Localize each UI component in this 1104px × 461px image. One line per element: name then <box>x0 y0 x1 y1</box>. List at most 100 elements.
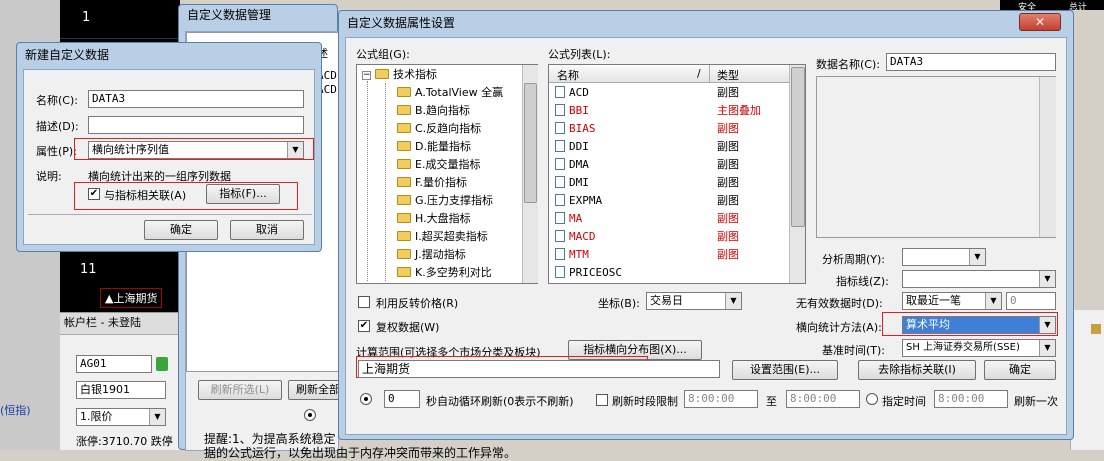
formula-row[interactable]: ACD 副图 <box>549 85 739 101</box>
name-input[interactable]: DATA3 <box>88 90 304 108</box>
formula-list: 名称 / 类型 ACD 副图 BBI 主图叠加 BIAS 副图 DDI 副图 DMA 副图… <box>548 64 806 284</box>
data-name-input[interactable]: DATA3 <box>886 53 1056 71</box>
formula-rows: ACD 副图 BBI 主图叠加 BIAS 副图 DDI 副图 DMA 副图 DMI 副图 E… <box>549 85 789 283</box>
remove-link-button[interactable]: 去除指标关联(I) <box>858 360 976 380</box>
calc-method-value: 算术平均 <box>906 318 950 331</box>
auto-refresh-radio[interactable] <box>360 393 372 405</box>
desc-scrollbar[interactable] <box>1039 77 1056 237</box>
props-dialog-title: 自定义数据属性设置 <box>347 16 456 30</box>
tree-item-label: B.趋向指标 <box>415 104 471 117</box>
tree-item[interactable]: K.多空势利对比 <box>397 264 492 282</box>
note-label: 说明: <box>36 170 62 183</box>
formula-row[interactable]: BIAS 副图 <box>549 121 739 137</box>
tree-item[interactable]: H.大盘指标 <box>397 210 471 228</box>
description-area[interactable] <box>816 76 1056 238</box>
formula-row[interactable]: BBI 主图叠加 <box>549 103 761 119</box>
tree-item[interactable]: D.能量指标 <box>397 138 471 156</box>
ok-button[interactable]: 确定 <box>984 360 1056 380</box>
fixed-time-radio[interactable] <box>866 393 878 405</box>
cancel-button[interactable]: 取消 <box>230 220 304 240</box>
lock-icon[interactable] <box>156 357 168 371</box>
indicator-line-select[interactable]: ▼ <box>902 270 1056 288</box>
tree-item-label: A.TotalView 全 <box>415 86 493 99</box>
notice-text-2: 据的公式运行，以免出现由于内存冲突而带来的工作异常。 <box>204 446 517 460</box>
range-input[interactable]: 上海期货 <box>358 360 720 378</box>
formula-row[interactable]: DMA 副图 <box>549 157 739 173</box>
manage-window-title: 自定义数据管理 <box>187 8 272 22</box>
period-limit-checkbox[interactable] <box>596 394 608 406</box>
period-label: 分析周期(Y): <box>822 253 886 266</box>
tool-icon[interactable] <box>1091 324 1101 334</box>
formula-row[interactable]: EXPMA 副图 <box>549 193 739 209</box>
formula-row[interactable]: PRICEOSC <box>549 265 622 281</box>
order-type-select[interactable]: 1.限价 ▼ <box>76 408 166 426</box>
market-tab[interactable]: ▲上海期货 <box>100 288 163 308</box>
manage-radio[interactable] <box>304 409 316 421</box>
order-type-value: 1.限价 <box>80 410 113 423</box>
tree-item[interactable]: B.趋向指标 <box>397 102 470 120</box>
coord-value: 交易日 <box>650 294 683 307</box>
formula-row[interactable]: MA 副图 <box>549 211 739 227</box>
formula-file-icon <box>555 176 565 188</box>
tree-item-label: C.反趋向指标 <box>415 122 482 135</box>
formula-row[interactable]: DDI 副图 <box>549 139 739 155</box>
col-type-header[interactable]: 类型 <box>717 67 739 83</box>
limit-text: 涨停:3710.70 跌停 <box>76 435 173 448</box>
period-select[interactable]: ▼ <box>902 248 986 266</box>
formula-file-icon <box>555 212 565 224</box>
tree-item[interactable]: J.摆动指标 <box>397 246 466 264</box>
invalid-select[interactable]: 取最近一笔 ▼ <box>902 292 1002 310</box>
restore-checkbox[interactable]: ✔ <box>358 320 370 332</box>
fixed-time-label: 指定时间 <box>882 395 926 408</box>
time-start-input[interactable]: 8:00:00 <box>684 390 758 408</box>
name-field: 白银1901 <box>76 381 166 399</box>
reverse-price-checkbox[interactable] <box>358 296 370 308</box>
base-time-select[interactable]: SH 上海证券交易所(SSE) ▼ <box>902 339 1056 357</box>
to-label: 至 <box>766 395 777 408</box>
calc-method-label: 横向统计方法(A): <box>796 321 882 334</box>
scroll-thumb[interactable] <box>524 83 537 203</box>
formula-file-icon <box>555 266 565 278</box>
divider <box>28 214 312 215</box>
reverse-price-label: 利用反转价格(R) <box>376 297 459 310</box>
attr-label: 属性(P): <box>36 145 77 158</box>
tree-item[interactable]: G.压力支撑指标 <box>397 192 493 210</box>
tree-item[interactable]: F.量价指标 <box>397 174 467 192</box>
folder-icon <box>397 159 411 169</box>
collapse-toggle[interactable]: − <box>362 71 371 80</box>
attr-select[interactable]: 横向统计序列值 ▼ <box>88 141 304 159</box>
formula-row[interactable]: MTM 副图 <box>549 247 739 263</box>
auto-refresh-label: 秒自动循环刷新(0表示不刷新) <box>426 395 574 408</box>
set-range-button[interactable]: 设置范围(E)... <box>732 360 838 380</box>
scroll-thumb[interactable] <box>791 67 805 227</box>
desc-input[interactable] <box>88 116 304 134</box>
list-scrollbar[interactable] <box>789 65 805 283</box>
fixed-time-input[interactable]: 8:00:00 <box>934 390 1008 408</box>
indicator-button[interactable]: 指标(F)... <box>206 184 280 204</box>
tree-item[interactable]: C.反趋向指标 <box>397 120 481 138</box>
formula-row[interactable]: DMI 副图 <box>549 175 739 191</box>
invalid-num-input[interactable]: 0 <box>1006 292 1056 310</box>
tree-root[interactable]: 技术指标 <box>375 66 437 84</box>
tree-item[interactable]: A.TotalView 全赢 <box>397 84 503 102</box>
close-button[interactable]: ✕ <box>1019 13 1061 31</box>
time-end-input[interactable]: 8:00:00 <box>786 390 860 408</box>
ok-button[interactable]: 确定 <box>144 220 218 240</box>
tree-item-label: F.量价指标 <box>415 176 468 189</box>
tree-scrollbar[interactable] <box>522 65 538 283</box>
tree-item[interactable]: E.成交量指标 <box>397 156 480 174</box>
refresh-selected-button[interactable]: 刷新所选(L) <box>198 380 282 400</box>
chevron-down-icon: ▼ <box>287 142 303 158</box>
attr-value: 横向统计序列值 <box>92 143 169 156</box>
code-input[interactable]: AG01 <box>76 355 152 373</box>
tree-item[interactable]: I.超买超卖指标 <box>397 228 488 246</box>
col-name-header[interactable]: 名称 <box>557 67 579 83</box>
link-checkbox[interactable]: ✔ <box>88 188 100 200</box>
coord-select[interactable]: 交易日 ▼ <box>646 292 742 310</box>
calc-method-select[interactable]: 算术平均 ▼ <box>902 316 1056 334</box>
chevron-down-icon: ▼ <box>725 293 741 309</box>
formula-row[interactable]: MACD 副图 <box>549 229 739 245</box>
auto-refresh-input[interactable]: 0 <box>384 390 420 408</box>
formula-group-tree: − 技术指标 A.TotalView 全赢 B.趋向指标 C.反趋向指标 D.能… <box>356 64 538 284</box>
new-data-dialog: 新建自定义数据 名称(C): DATA3 描述(D): 属性(P): 横向统计序… <box>16 42 322 252</box>
